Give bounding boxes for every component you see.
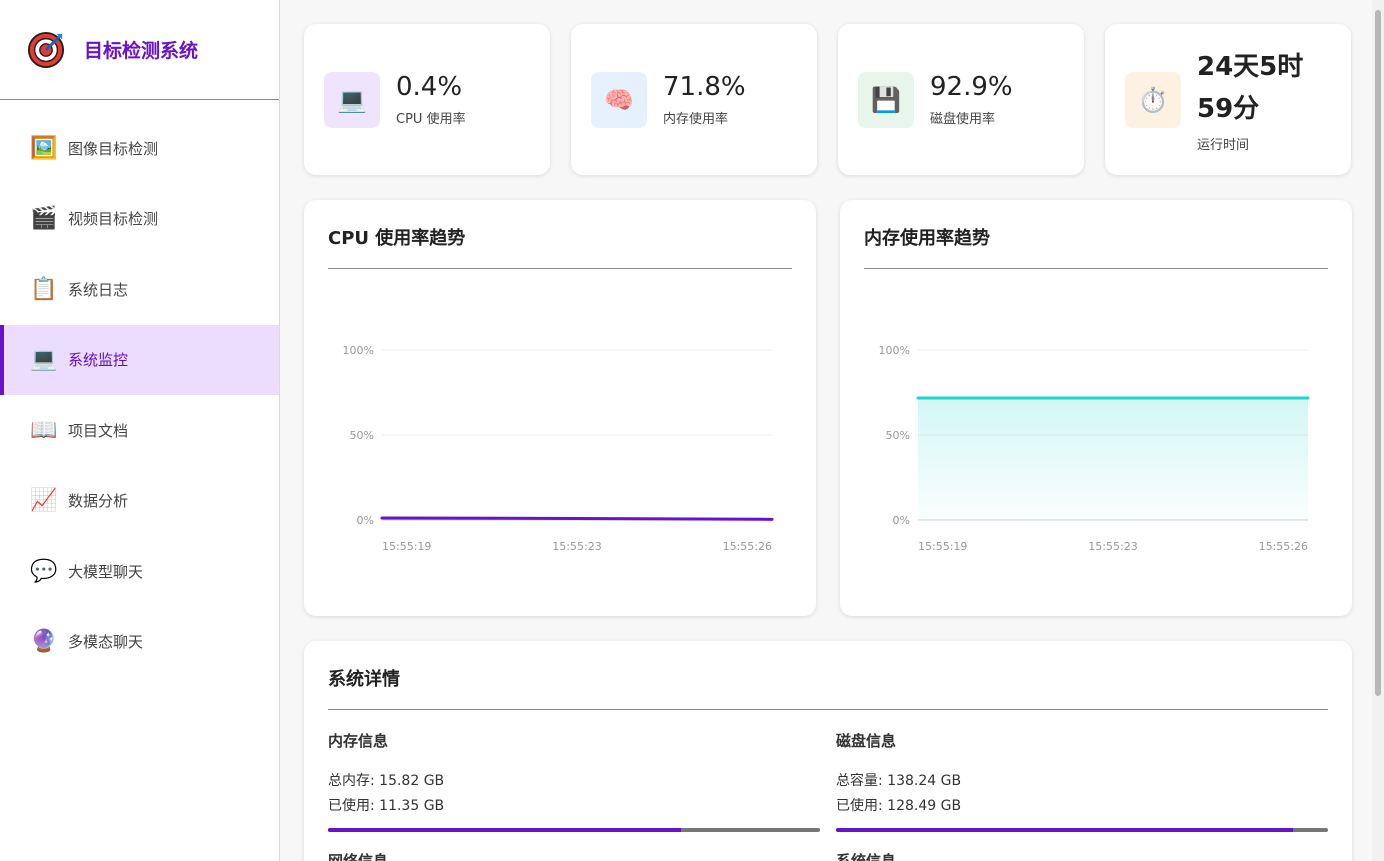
picture-icon: 🖼️ [30, 135, 58, 161]
y-tick-label: 100% [343, 344, 374, 357]
series-area [918, 397, 1308, 520]
stat-value: 0.4% [396, 72, 463, 103]
system-info-title: 系统信息 [836, 852, 897, 861]
sidebar-item-label: 多模态聊天 [68, 633, 144, 652]
clapperboard-icon: 🎬 [30, 206, 58, 232]
sidebar-item-project-docs[interactable]: 📖 项目文档 [0, 395, 279, 466]
cpu-trend-chart: 0% 50% 100% 15:55:19 15:55:23 15:55:26 [343, 344, 774, 553]
series-line [380, 516, 774, 521]
sidebar-item-label: 系统监控 [68, 351, 129, 370]
page-scrollbar[interactable] [1372, 0, 1384, 861]
network-info-title: 网络信息 [328, 852, 389, 861]
memory-chart-title: 内存使用率趋势 [864, 224, 1328, 269]
sidebar-item-llm-chat[interactable]: 💬 大模型聊天 [0, 536, 279, 607]
stopwatch-icon: ⏱️ [1125, 71, 1181, 128]
y-tick-label: 0% [357, 514, 374, 527]
y-tick-label: 0% [893, 514, 910, 527]
y-tick-label: 50% [886, 429, 910, 442]
brand-header: 目标检测系统 [0, 0, 279, 100]
system-details-card: 系统详情 内存信息 总内存: 15.82 GB 已使用: 11.35 GB 磁盘… [304, 641, 1352, 861]
stat-value: 24天5时59分 [1197, 52, 1304, 124]
chart-icon: 📈 [30, 488, 58, 514]
disk-info-title: 磁盘信息 [836, 732, 897, 750]
sidebar-item-system-log[interactable]: 📋 系统日志 [0, 254, 279, 325]
brain-icon: 🧠 [591, 71, 647, 128]
sidebar-item-label: 项目文档 [68, 421, 129, 440]
sidebar-item-label: 大模型聊天 [68, 562, 144, 581]
speech-bubble-icon: 💬 [30, 558, 58, 584]
sidebar-nav: 🖼️ 图像目标检测 🎬 视频目标检测 📋 系统日志 💻 系统监控 📖 项目文档 … [0, 113, 279, 677]
x-tick-label: 15:55:19 [382, 540, 431, 553]
laptop-icon: 💻 [324, 71, 380, 128]
details-title: 系统详情 [328, 665, 1328, 710]
disk-usage-bar [836, 828, 1328, 832]
sidebar-item-label: 图像目标检测 [68, 139, 159, 158]
main-content: 💻 0.4% CPU 使用率 🧠 71.8% 内存使用率 💾 92.9% 磁盘使… [280, 0, 1384, 861]
disk-used: 已使用: 128.49 GB [836, 798, 962, 814]
stat-card-uptime: ⏱️ 24天5时59分 运行时间 [1105, 24, 1351, 175]
stat-card-cpu: 💻 0.4% CPU 使用率 [304, 24, 550, 175]
memory-total: 总内存: 15.82 GB [328, 773, 445, 789]
memory-trend-card: 内存使用率趋势 0% 50% 100% 15:55:19 15:55:23 15:55:2… [840, 200, 1352, 616]
floppy-disk-icon: 💾 [858, 71, 914, 128]
stat-label: 内存使用率 [663, 111, 729, 127]
sidebar: 目标检测系统 🖼️ 图像目标检测 🎬 视频目标检测 📋 系统日志 💻 系统监控 … [0, 0, 280, 861]
crystal-ball-icon: 🔮 [30, 629, 58, 655]
memory-used: 已使用: 11.35 GB [328, 798, 445, 814]
sidebar-item-image-detection[interactable]: 🖼️ 图像目标检测 [0, 113, 279, 184]
memory-info: 内存信息 总内存: 15.82 GB 已使用: 11.35 GB [328, 730, 820, 832]
stat-value: 92.9% [930, 72, 1013, 103]
scrollbar-thumb[interactable] [1375, 10, 1381, 696]
disk-info: 磁盘信息 总容量: 138.24 GB 已使用: 128.49 GB [836, 730, 1328, 832]
app-title: 目标检测系统 [84, 40, 199, 62]
clipboard-icon: 📋 [30, 276, 58, 302]
target-logo-icon [27, 31, 65, 68]
x-tick-label: 15:55:23 [1088, 540, 1137, 553]
memory-info-title: 内存信息 [328, 732, 389, 750]
sidebar-item-label: 视频目标检测 [68, 210, 159, 229]
y-tick-label: 100% [879, 344, 910, 357]
memory-trend-chart: 0% 50% 100% 15:55:19 15:55:23 15:55:26 [879, 344, 1310, 553]
disk-usage-bar-fill [836, 828, 1294, 832]
stat-label: 磁盘使用率 [930, 111, 996, 127]
stat-card-disk: 💾 92.9% 磁盘使用率 [838, 24, 1084, 175]
sidebar-item-multimodal-chat[interactable]: 🔮 多模态聊天 [0, 607, 279, 678]
x-tick-label: 15:55:26 [723, 540, 772, 553]
sidebar-item-label: 系统日志 [68, 280, 129, 299]
cpu-trend-card: CPU 使用率趋势 0% 50% 100% 15:55:19 15:55:23 15:55… [304, 200, 816, 616]
stat-label: 运行时间 [1197, 138, 1250, 153]
laptop-icon: 💻 [30, 347, 58, 373]
sidebar-item-data-analysis[interactable]: 📈 数据分析 [0, 466, 279, 537]
stat-card-memory: 🧠 71.8% 内存使用率 [571, 24, 817, 175]
memory-usage-bar-fill [328, 828, 682, 832]
stat-value: 71.8% [663, 72, 746, 103]
sidebar-item-video-detection[interactable]: 🎬 视频目标检测 [0, 184, 279, 255]
x-tick-label: 15:55:19 [918, 540, 967, 553]
memory-usage-bar [328, 828, 820, 832]
disk-total: 总容量: 138.24 GB [836, 773, 962, 789]
x-tick-label: 15:55:26 [1259, 540, 1308, 553]
book-icon: 📖 [30, 417, 58, 443]
y-tick-label: 50% [350, 429, 374, 442]
sidebar-item-system-monitor[interactable]: 💻 系统监控 [0, 324, 279, 395]
stat-label: CPU 使用率 [396, 111, 466, 127]
sidebar-item-label: 数据分析 [68, 492, 129, 511]
x-tick-label: 15:55:23 [552, 540, 601, 553]
cpu-chart-title: CPU 使用率趋势 [328, 224, 792, 269]
